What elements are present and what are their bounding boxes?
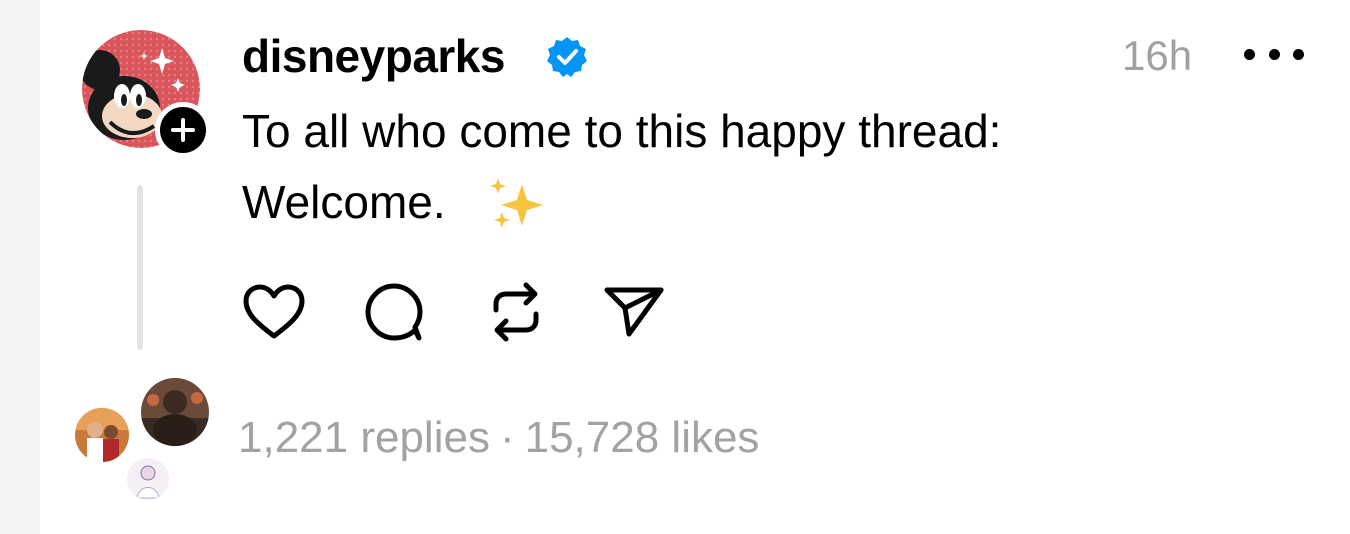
verified-badge-icon (545, 35, 589, 79)
more-dot (1244, 48, 1255, 60)
more-options-button[interactable] (1244, 34, 1304, 74)
share-button[interactable] (600, 278, 668, 346)
stats-separator: · (499, 413, 515, 462)
left-edge-strip (0, 0, 40, 534)
send-icon (604, 287, 664, 337)
follow-button[interactable] (155, 102, 211, 158)
thread-connector-line (137, 185, 143, 350)
username[interactable]: disneyparks (242, 28, 505, 84)
replies-count-link[interactable]: 1,221 replies (238, 413, 490, 462)
comment-icon (365, 283, 423, 341)
plus-icon (171, 118, 195, 142)
post-text-line-1: To all who come to this happy thread: (242, 105, 1002, 157)
sparkles-emoji-icon (484, 174, 548, 234)
post-stats: 1,221 replies · 15,728 likes (238, 410, 759, 466)
post-text-line-2: Welcome. (242, 176, 446, 228)
reply-button[interactable] (360, 278, 428, 346)
more-dot (1268, 48, 1280, 60)
replier-avatar[interactable] (124, 455, 172, 503)
like-button[interactable] (240, 278, 308, 346)
heart-icon (243, 284, 305, 339)
repost-icon (493, 282, 539, 342)
likes-count-link[interactable]: 15,728 likes (525, 413, 760, 462)
replier-avatar[interactable] (138, 375, 212, 449)
replier-avatar[interactable] (72, 405, 132, 465)
repost-button[interactable] (482, 278, 550, 346)
more-dot (1293, 48, 1304, 60)
post-timestamp: 16h (1122, 32, 1193, 79)
